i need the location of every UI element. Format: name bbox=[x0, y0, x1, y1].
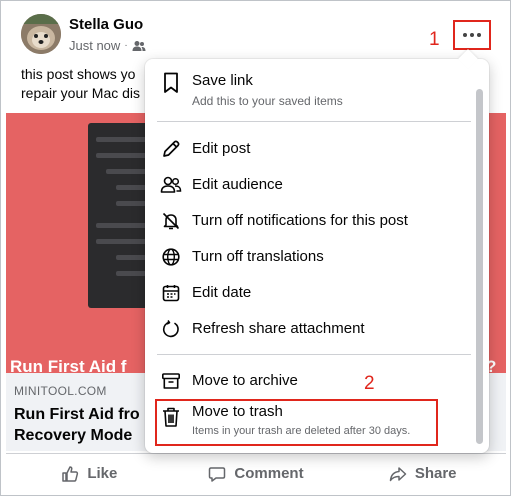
more-horizontal-icon bbox=[463, 33, 481, 37]
preview-headline: Run First Aid f bbox=[10, 357, 127, 373]
people-icon bbox=[159, 173, 183, 197]
menu-item-edit-audience[interactable]: Edit audience bbox=[145, 171, 475, 199]
menu-divider bbox=[157, 354, 471, 355]
post-meta: Just now · bbox=[69, 38, 146, 53]
link-title: Run First Aid fro Recovery Mode bbox=[14, 404, 140, 446]
menu-item-sublabel: Add this to your saved items bbox=[192, 94, 343, 108]
avatar[interactable] bbox=[21, 14, 61, 54]
post-text: this post shows yo repair your Mac dis bbox=[21, 65, 140, 103]
comment-icon bbox=[208, 465, 226, 483]
comment-button[interactable]: Comment bbox=[173, 454, 340, 493]
post-text-line-1: this post shows yo bbox=[21, 66, 136, 82]
comment-label: Comment bbox=[234, 465, 304, 482]
link-domain: MINITOOL.COM bbox=[14, 384, 107, 398]
menu-divider bbox=[157, 121, 471, 122]
globe-icon bbox=[159, 245, 183, 269]
menu-item-label: Turn off notifications for this post bbox=[192, 212, 408, 229]
like-label: Like bbox=[87, 465, 118, 482]
separator-dot: · bbox=[124, 40, 128, 51]
menu-item-label: Edit date bbox=[192, 284, 252, 301]
like-button[interactable]: Like bbox=[6, 454, 173, 493]
menu-item-refresh-share-attachment[interactable]: Refresh share attachment bbox=[145, 315, 475, 343]
post-options-menu: Save link Add this to your saved items E… bbox=[145, 49, 489, 453]
menu-item-label: Save link bbox=[192, 72, 253, 89]
menu-item-label: Refresh share attachment bbox=[192, 320, 365, 337]
thumbs-up-icon bbox=[61, 465, 79, 483]
archive-icon bbox=[159, 369, 183, 393]
calendar-icon bbox=[159, 281, 183, 305]
post-actions-bar: Like Comment Share bbox=[6, 453, 506, 493]
refresh-icon bbox=[159, 317, 183, 341]
pencil-icon bbox=[159, 137, 183, 161]
menu-item-label: Edit audience bbox=[192, 176, 283, 193]
trash-highlight-box bbox=[155, 399, 438, 446]
bookmark-icon bbox=[159, 71, 183, 95]
menu-scrollbar[interactable] bbox=[476, 89, 483, 444]
menu-item-label: Edit post bbox=[192, 140, 251, 157]
friends-icon[interactable] bbox=[132, 40, 146, 52]
step-1-label: 1 bbox=[429, 29, 440, 50]
menu-item-save-link[interactable]: Save link Add this to your saved items bbox=[145, 67, 475, 115]
post-author[interactable]: Stella Guo bbox=[69, 16, 143, 33]
menu-caret bbox=[458, 49, 478, 69]
post-text-line-2: repair your Mac dis bbox=[21, 85, 141, 101]
step-2-label: 2 bbox=[364, 373, 375, 394]
menu-item-label: Turn off translations bbox=[192, 248, 324, 265]
share-arrow-icon bbox=[389, 465, 407, 483]
menu-item-turn-off-notifications[interactable]: Turn off notifications for this post bbox=[145, 207, 475, 235]
facebook-post-card: Stella Guo Just now · 1 this post shows … bbox=[0, 0, 511, 496]
menu-item-move-to-archive[interactable]: Move to archive bbox=[145, 367, 475, 395]
post-time[interactable]: Just now bbox=[69, 38, 120, 53]
more-options-button[interactable] bbox=[453, 20, 491, 50]
link-title-line-2: Recovery Mode bbox=[14, 427, 133, 444]
share-button[interactable]: Share bbox=[339, 454, 506, 493]
menu-item-edit-date[interactable]: Edit date bbox=[145, 279, 475, 307]
link-title-line-1: Run First Aid fro bbox=[14, 406, 140, 423]
bell-off-icon bbox=[159, 209, 183, 233]
menu-item-label: Move to archive bbox=[192, 372, 298, 389]
share-label: Share bbox=[414, 465, 457, 482]
menu-item-turn-off-translations[interactable]: Turn off translations bbox=[145, 243, 475, 271]
menu-item-edit-post[interactable]: Edit post bbox=[145, 135, 475, 163]
